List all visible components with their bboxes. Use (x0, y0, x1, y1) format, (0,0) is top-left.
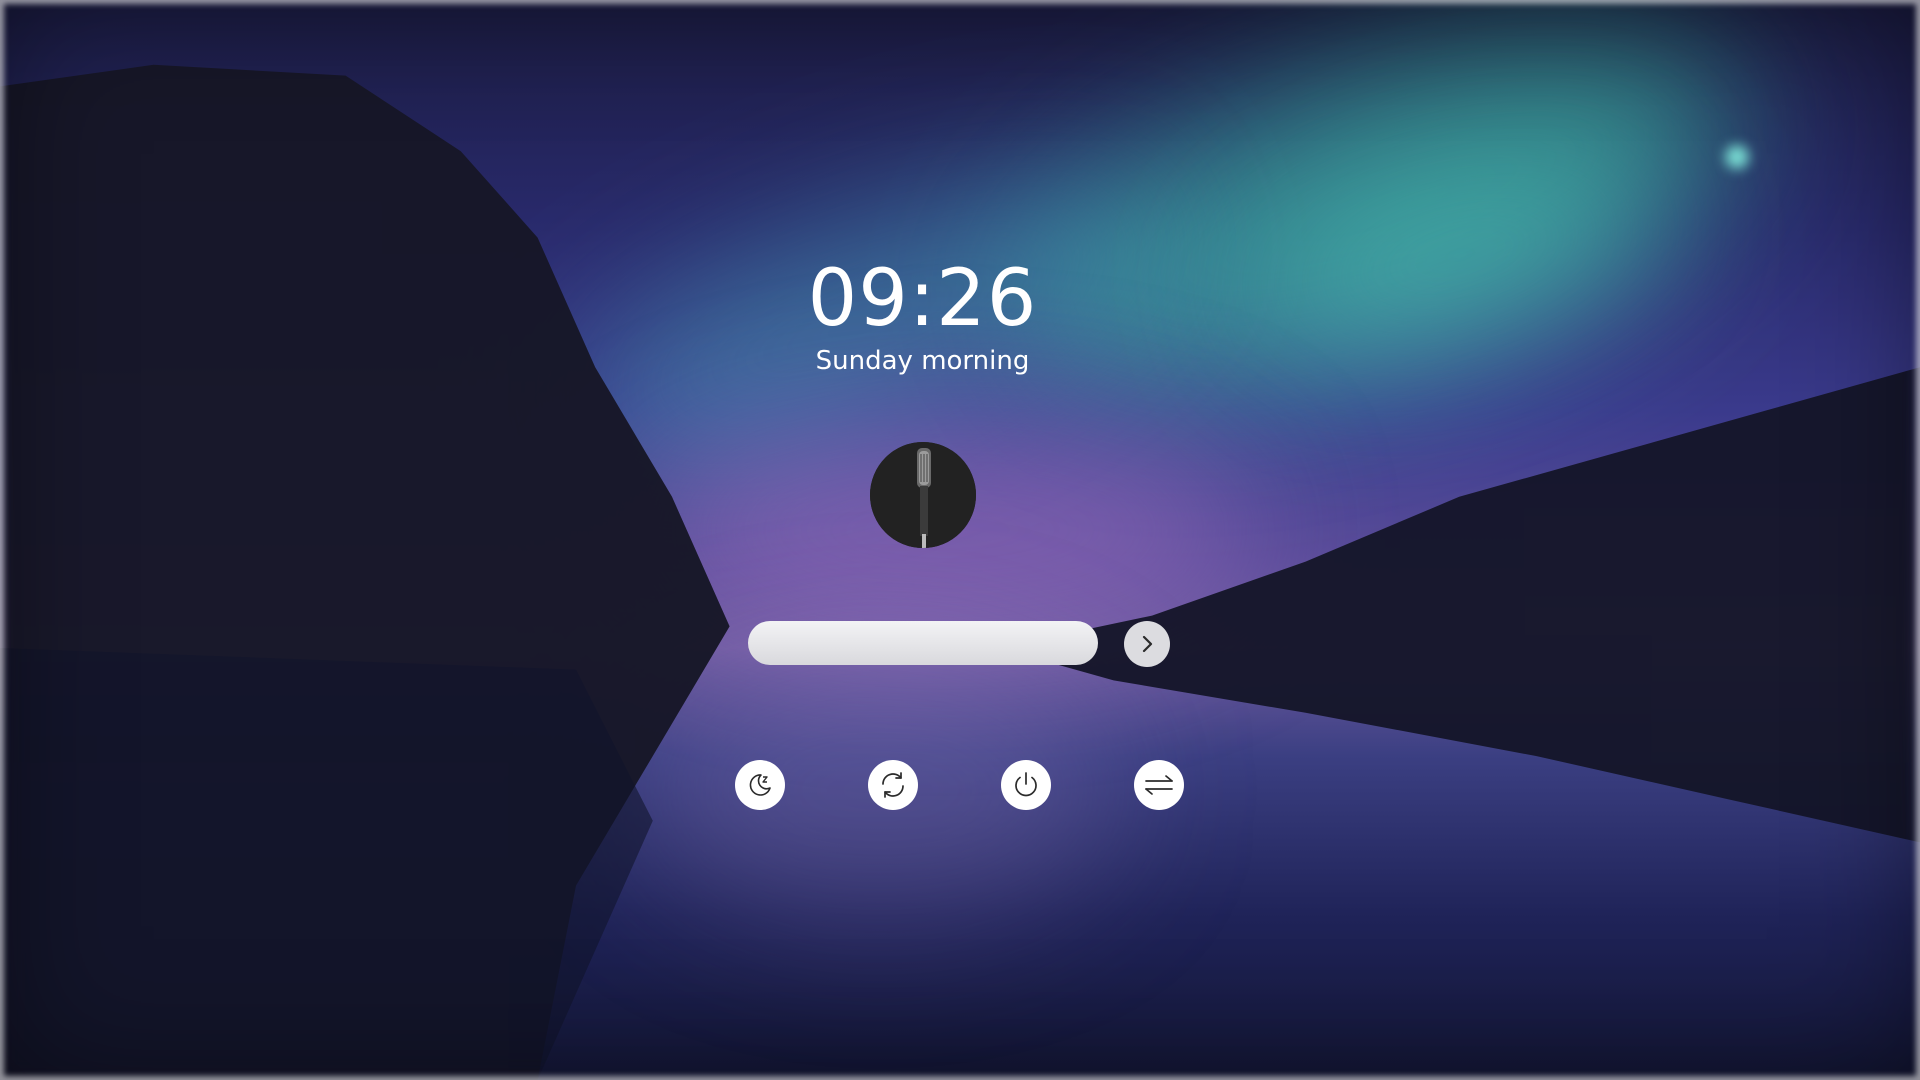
chevron-right-icon (1142, 635, 1153, 653)
lock-screen: 09:26 Sunday morning (0, 0, 1920, 1080)
switch-user-arrows-icon (1145, 775, 1173, 795)
refresh-icon (882, 772, 904, 798)
clock-date: Sunday morning (815, 346, 1030, 376)
user-avatar (870, 442, 976, 548)
shutdown-button[interactable] (1001, 760, 1051, 810)
clock-time: 09:26 (807, 254, 1038, 344)
suspend-button[interactable] (735, 760, 785, 810)
login-submit-button[interactable] (1124, 621, 1170, 667)
switch-user-button[interactable] (1134, 760, 1184, 810)
reboot-button[interactable] (868, 760, 918, 810)
password-input[interactable] (748, 621, 1098, 665)
moon-sleep-icon (749, 774, 771, 796)
microphone-photo-icon (870, 442, 976, 548)
power-icon (1015, 772, 1037, 797)
